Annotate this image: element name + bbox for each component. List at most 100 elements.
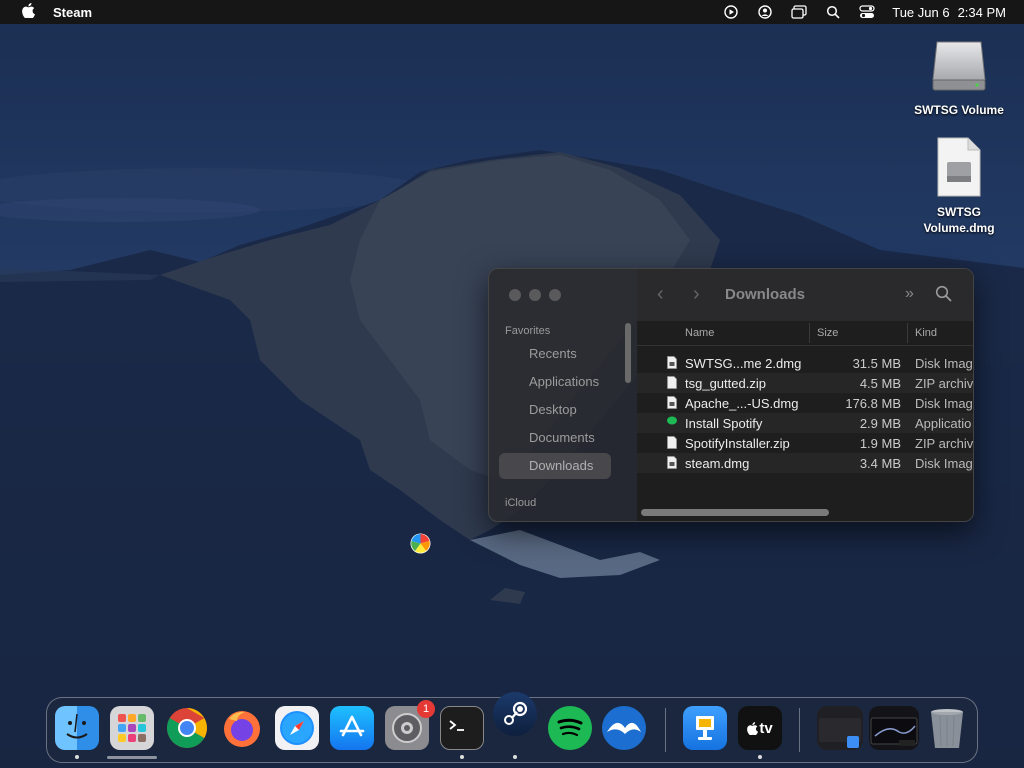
dock-chrome[interactable] bbox=[165, 706, 209, 750]
file-kind: Applicatio bbox=[915, 416, 972, 431]
play-circle-icon[interactable] bbox=[722, 3, 740, 21]
file-name: steam.dmg bbox=[685, 456, 750, 471]
file-name: Install Spotify bbox=[685, 416, 763, 431]
zoom-button[interactable] bbox=[549, 289, 561, 301]
dock-apple-tv[interactable]: tv bbox=[738, 706, 782, 750]
file-row[interactable]: SpotifyInstaller.zip 1.9 MB ZIP archiv bbox=[637, 433, 973, 453]
search-icon[interactable] bbox=[935, 285, 952, 307]
file-size: 31.5 MB bbox=[852, 356, 901, 371]
menu-bar: Steam Tue Jun 6 2:34 PM bbox=[0, 0, 1024, 24]
back-chevron-icon[interactable]: ‹ bbox=[657, 283, 664, 306]
file-size: 4.5 MB bbox=[859, 376, 901, 391]
spotify-icon bbox=[557, 718, 583, 737]
file-name: SpotifyInstaller.zip bbox=[685, 436, 790, 451]
horizontal-scrollbar[interactable] bbox=[641, 509, 829, 516]
column-headers: Name Size Kind bbox=[637, 321, 973, 346]
dock-mail-app[interactable] bbox=[602, 706, 646, 750]
dock-keynote[interactable] bbox=[683, 706, 727, 750]
forward-chevron-icon[interactable]: › bbox=[693, 283, 700, 306]
file-size: 2.9 MB bbox=[859, 416, 901, 431]
sidebar-item-downloads[interactable]: Downloads bbox=[499, 453, 611, 479]
document-icon bbox=[667, 456, 677, 469]
file-size: 176.8 MB bbox=[845, 396, 901, 411]
file-size: 1.9 MB bbox=[859, 436, 901, 451]
file-row[interactable]: SWTSG...me 2.dmg 31.5 MB Disk Imag bbox=[637, 353, 973, 373]
file-kind: ZIP archiv bbox=[915, 436, 974, 451]
sidebar-scrollbar[interactable] bbox=[625, 323, 631, 383]
dock-steam[interactable] bbox=[493, 692, 537, 736]
document-icon bbox=[667, 376, 677, 389]
notification-badge: 1 bbox=[417, 700, 435, 718]
control-center-icon[interactable] bbox=[858, 3, 876, 21]
file-row[interactable]: Apache_...-US.dmg 176.8 MB Disk Imag bbox=[637, 393, 973, 413]
keynote-icon bbox=[696, 716, 714, 740]
apple-logo-icon bbox=[747, 721, 759, 735]
finder-icon bbox=[66, 713, 88, 739]
column-header-kind[interactable]: Kind bbox=[915, 327, 937, 339]
finder-window[interactable]: Favorites Recents Applications Desktop D… bbox=[488, 268, 974, 522]
sidebar-item-desktop[interactable]: Desktop bbox=[499, 397, 611, 423]
search-icon[interactable] bbox=[824, 3, 842, 21]
dock-finder[interactable] bbox=[55, 706, 99, 750]
close-button[interactable] bbox=[509, 289, 521, 301]
window-title: Downloads bbox=[725, 286, 806, 303]
dock-firefox[interactable] bbox=[220, 706, 264, 750]
dock-minimized-window-finder[interactable] bbox=[817, 706, 863, 750]
window-thumbnail-icon bbox=[819, 718, 861, 748]
file-row[interactable]: Install Spotify 2.9 MB Applicatio bbox=[637, 413, 973, 433]
sidebar-item-documents[interactable]: Documents bbox=[499, 425, 611, 451]
desktop-icon-label: SWTSG Volume.dmg bbox=[923, 205, 995, 235]
dock-terminal[interactable] bbox=[440, 706, 484, 750]
terminal-icon bbox=[449, 720, 464, 731]
sidebar-item-applications[interactable]: Applications bbox=[499, 369, 611, 395]
user-circle-icon[interactable] bbox=[756, 3, 774, 21]
file-size: 3.4 MB bbox=[859, 456, 901, 471]
desktop-icon-swtsg-volume[interactable]: SWTSG Volume bbox=[904, 36, 1014, 118]
desktop-icon-swtsg-volume-dmg[interactable]: SWTSG Volume.dmg bbox=[904, 136, 1014, 236]
screen-mirroring-icon[interactable] bbox=[790, 3, 808, 21]
dock: 1 tv bbox=[46, 692, 978, 763]
sidebar-heading-favorites: Favorites bbox=[505, 325, 551, 337]
file-name: SWTSG...me 2.dmg bbox=[685, 356, 802, 371]
apple-logo-icon[interactable] bbox=[18, 2, 38, 22]
dock-trash[interactable] bbox=[925, 706, 969, 750]
dock-safari[interactable] bbox=[275, 706, 319, 750]
clock-date: Tue Jun 6 bbox=[892, 4, 950, 20]
sidebar-heading-icloud: iCloud bbox=[505, 497, 537, 509]
dock-spotify[interactable] bbox=[548, 706, 592, 750]
active-app-name[interactable]: Steam bbox=[53, 5, 92, 20]
file-name: Apache_...-US.dmg bbox=[685, 396, 799, 411]
toolbar-overflow-icon[interactable]: » bbox=[905, 285, 914, 303]
bird-icon bbox=[607, 722, 641, 734]
external-drive-icon bbox=[932, 41, 986, 91]
column-header-name[interactable]: Name bbox=[685, 327, 714, 339]
file-list: SWTSG...me 2.dmg 31.5 MB Disk Imag tsg_g… bbox=[637, 353, 973, 473]
dmg-file-icon bbox=[937, 137, 981, 197]
dock-app-store[interactable] bbox=[330, 706, 374, 750]
file-row[interactable]: tsg_gutted.zip 4.5 MB ZIP archiv bbox=[637, 373, 973, 393]
sidebar-item-recents[interactable]: Recents bbox=[499, 341, 611, 367]
spotify-icon bbox=[667, 416, 677, 425]
desktop-icon-label: SWTSG Volume bbox=[914, 103, 1004, 117]
steam-icon bbox=[504, 701, 528, 725]
trash-icon bbox=[931, 709, 963, 748]
file-row[interactable]: steam.dmg 3.4 MB Disk Imag bbox=[637, 453, 973, 473]
running-indicator bbox=[460, 755, 464, 759]
running-indicator bbox=[513, 755, 517, 759]
safari-icon bbox=[280, 711, 314, 745]
dock-minimized-window-tv[interactable] bbox=[869, 706, 919, 750]
window-controls bbox=[509, 289, 561, 301]
column-header-size[interactable]: Size bbox=[817, 327, 838, 339]
chrome-icon bbox=[167, 708, 207, 748]
running-indicator bbox=[75, 755, 79, 759]
file-name: tsg_gutted.zip bbox=[685, 376, 766, 391]
file-kind: ZIP archiv bbox=[915, 376, 974, 391]
gear-icon bbox=[392, 713, 422, 743]
launchpad-icon bbox=[118, 714, 146, 742]
finder-content: ‹ › Downloads » Name Size Kind SWTSG...m… bbox=[637, 269, 973, 521]
dock-system-preferences[interactable]: 1 bbox=[385, 700, 435, 750]
dock-launchpad[interactable] bbox=[110, 706, 154, 750]
document-icon bbox=[667, 356, 677, 369]
minimize-button[interactable] bbox=[529, 289, 541, 301]
menu-bar-clock[interactable]: Tue Jun 6 2:34 PM bbox=[892, 5, 1006, 20]
